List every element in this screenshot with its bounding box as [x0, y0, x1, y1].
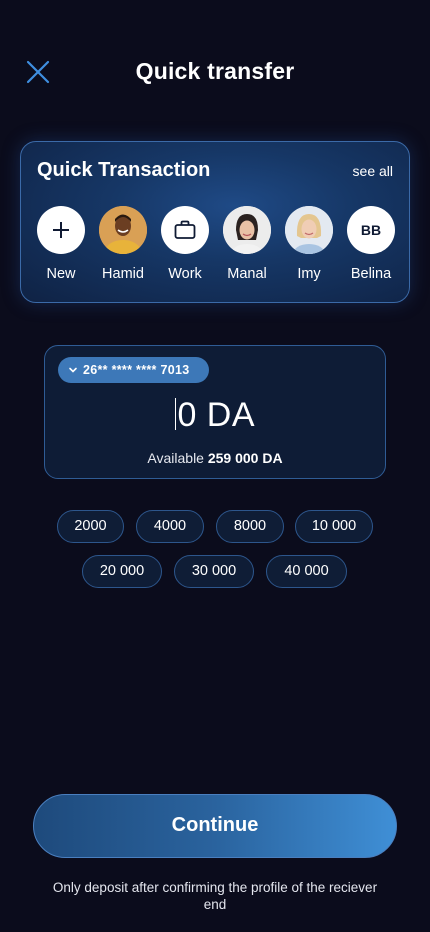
contact-belina[interactable]: BB Belina: [341, 206, 401, 282]
initials-avatar[interactable]: BB: [347, 206, 395, 254]
contact-label: Work: [168, 266, 202, 282]
preset-chip[interactable]: 40 000: [266, 555, 347, 588]
contact-hamid[interactable]: Hamid: [93, 206, 153, 282]
person-photo-icon: [223, 206, 271, 254]
available-value: 259 000 DA: [207, 450, 283, 466]
avatar[interactable]: [285, 206, 333, 254]
contact-manal[interactable]: Manal: [217, 206, 277, 282]
amount-value: 0 DA: [177, 396, 256, 434]
contact-new[interactable]: New: [31, 206, 91, 282]
avatar-initials: BB: [360, 222, 382, 238]
quick-transaction-card: Quick Transaction see all New Hamid Work…: [20, 141, 410, 303]
preset-chip[interactable]: 20 000: [82, 555, 162, 588]
chevron-down-icon: [69, 367, 77, 373]
contact-imy[interactable]: Imy: [279, 206, 339, 282]
card-number: 26** **** **** 7013: [83, 363, 190, 377]
avatar[interactable]: [223, 206, 271, 254]
page-title: Quick transfer: [135, 58, 295, 84]
briefcase-icon: [174, 220, 196, 239]
add-contact-avatar[interactable]: [37, 206, 85, 254]
preset-chip[interactable]: 2000: [57, 510, 124, 543]
preset-chip[interactable]: 4000: [136, 510, 204, 543]
available-balance: Available 259 000 DA: [45, 450, 385, 466]
amount-card: 26** **** **** 7013 0 DA Available 259 0…: [44, 345, 386, 479]
person-photo-icon: [285, 206, 333, 254]
contact-label: Hamid: [102, 266, 144, 282]
contact-work[interactable]: Work: [155, 206, 215, 282]
contact-label: Imy: [297, 266, 321, 282]
avatar[interactable]: [99, 206, 147, 254]
contact-label: Manal: [227, 266, 267, 282]
continue-button[interactable]: Continue: [33, 794, 397, 858]
header: Quick transfer: [0, 48, 430, 96]
available-label: Available: [147, 450, 204, 466]
work-avatar[interactable]: [161, 206, 209, 254]
card-selector[interactable]: 26** **** **** 7013: [58, 357, 209, 383]
contact-label: New: [46, 266, 76, 282]
quick-transaction-title: Quick Transaction: [37, 159, 211, 181]
contact-label: Belina: [350, 266, 392, 282]
contacts-row: New Hamid Work Manal Imy BB Belina: [37, 206, 397, 290]
preset-chip[interactable]: 30 000: [174, 555, 254, 588]
amount-input[interactable]: 0 DA: [45, 396, 385, 435]
see-all-link[interactable]: see all: [353, 163, 393, 179]
footer-note: Only deposit after confirming the profil…: [52, 880, 378, 912]
plus-icon: [53, 222, 69, 238]
preset-chip[interactable]: 10 000: [295, 510, 373, 543]
preset-chip[interactable]: 8000: [216, 510, 284, 543]
person-photo-icon: [99, 206, 147, 254]
